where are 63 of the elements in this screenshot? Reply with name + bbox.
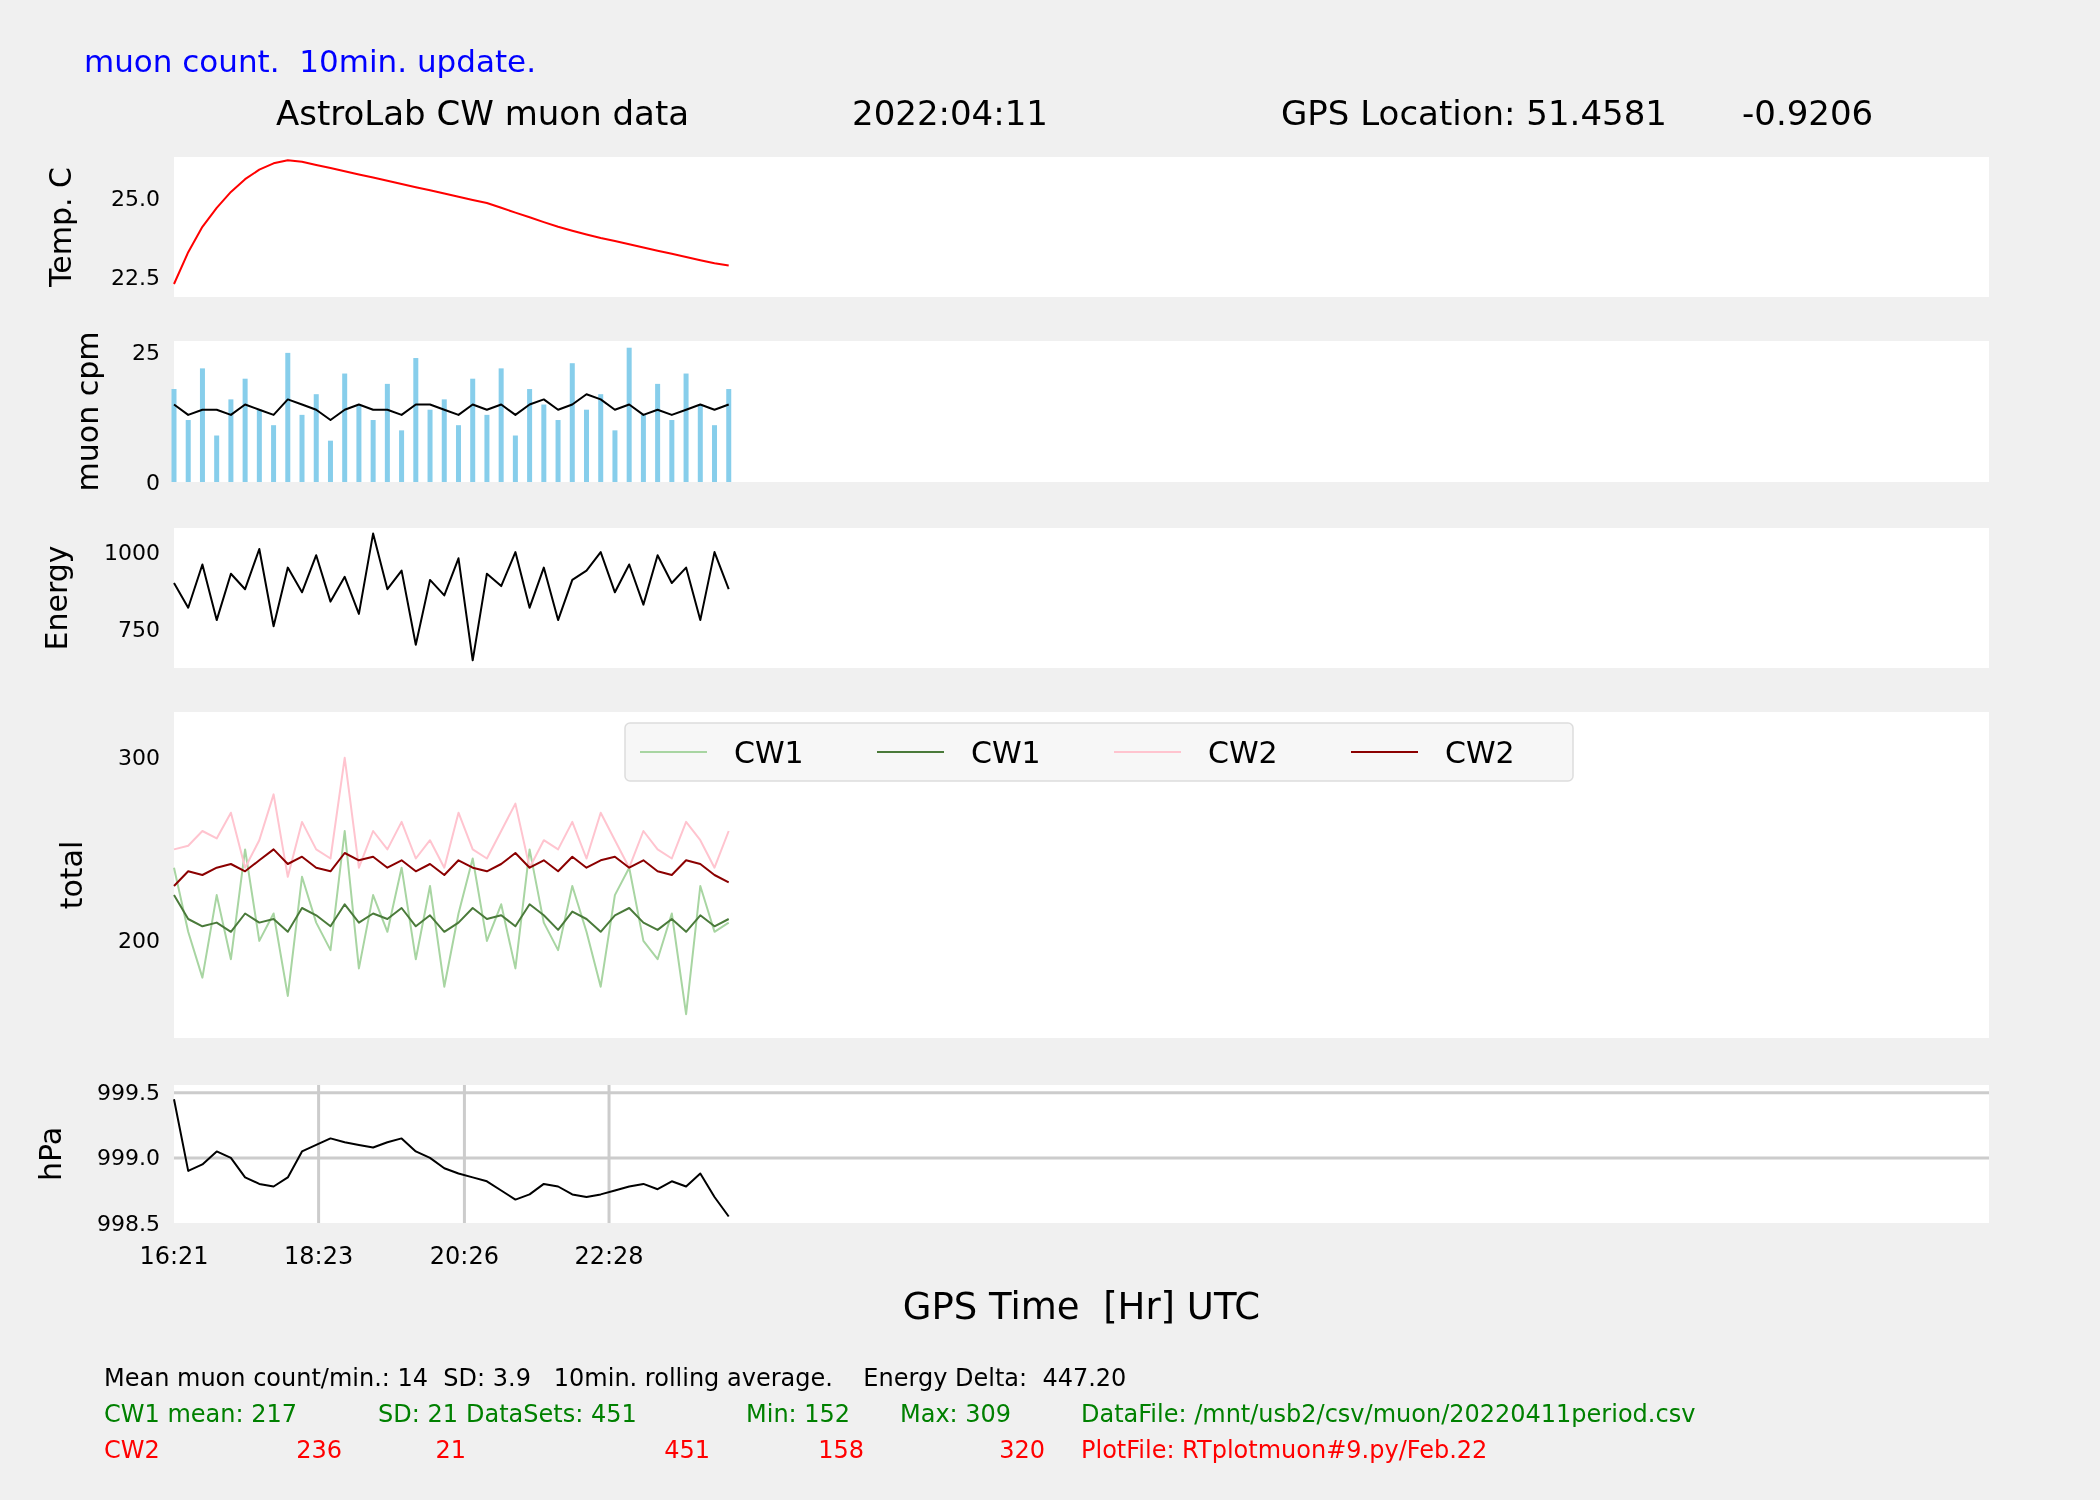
legend-line-sample bbox=[1113, 751, 1182, 753]
stat-text: PlotFile: RTplotmuon#9.py/Feb.22 bbox=[1081, 1435, 1488, 1466]
stat-text: 320 bbox=[999, 1435, 1046, 1466]
axis-title: GPS Time [Hr] UTC bbox=[902, 1284, 1261, 1328]
axis-title: hPa bbox=[32, 1126, 68, 1182]
legend-label: CW2 bbox=[1445, 734, 1515, 770]
y-tick-label: 200 bbox=[118, 928, 160, 954]
x-tick-label: 18:23 bbox=[284, 1242, 354, 1270]
legend-line-sample bbox=[1350, 751, 1419, 753]
y-tick-label: 300 bbox=[118, 745, 160, 771]
stat-text: CW1 mean: 217 bbox=[104, 1399, 297, 1430]
count-bar bbox=[640, 414, 646, 482]
y-tick-label: 25.0 bbox=[111, 185, 160, 211]
axis-title: Temp. C bbox=[42, 167, 78, 287]
count-bar bbox=[456, 425, 461, 482]
stat-text: 451 bbox=[664, 1435, 711, 1466]
stat-text: 158 bbox=[818, 1435, 865, 1466]
axis-title: total bbox=[53, 840, 89, 910]
location-label: GPS Location: 51.4581 bbox=[1281, 95, 1667, 131]
y-tick-label: 750 bbox=[118, 616, 160, 642]
y-tick-label: 998.5 bbox=[97, 1210, 160, 1236]
y-tick-label: 22.5 bbox=[111, 265, 160, 291]
x-tick-label: 16:21 bbox=[139, 1242, 209, 1270]
y-tick-label: 999.0 bbox=[97, 1145, 160, 1171]
count-bar bbox=[214, 435, 220, 482]
chart-title: AstroLab CW muon data bbox=[276, 95, 690, 131]
count-bar bbox=[712, 425, 717, 482]
count-bar bbox=[399, 430, 405, 482]
y-tick-label: 25 bbox=[132, 340, 160, 366]
y-tick-label: 0 bbox=[146, 469, 160, 495]
legend-label: CW1 bbox=[971, 734, 1041, 770]
axis-title: Energy bbox=[38, 545, 74, 651]
legend-line-sample bbox=[876, 751, 945, 753]
date-label: 2022:04:11 bbox=[852, 95, 1048, 131]
count-bar bbox=[612, 430, 618, 482]
y-tick-label: 1000 bbox=[104, 539, 160, 565]
count-bar bbox=[669, 420, 675, 482]
count-bar bbox=[271, 425, 277, 482]
stat-text: Max: 309 bbox=[900, 1399, 1012, 1430]
legend-label: CW1 bbox=[734, 734, 804, 770]
longitude-label: -0.9206 bbox=[1742, 95, 1874, 131]
stat-text: SD: 21 bbox=[378, 1399, 458, 1430]
legend-line-sample bbox=[639, 751, 708, 753]
count-bar bbox=[555, 420, 561, 482]
stat-text: DataSets: 451 bbox=[466, 1399, 637, 1430]
count-bar bbox=[299, 414, 305, 482]
count-bar bbox=[185, 420, 191, 482]
stat-text: Min: 152 bbox=[746, 1399, 851, 1430]
count-bar bbox=[484, 414, 490, 482]
stat-text: 236 bbox=[296, 1435, 343, 1466]
legend-label: CW2 bbox=[1208, 734, 1278, 770]
summary-text: Mean muon count/min.: 14 SD: 3.9 10min. rolling average. Energy Delta: 447.20 bbox=[104, 1363, 1127, 1394]
subtitle: muon count. 10min. update. bbox=[84, 43, 537, 79]
stat-text: 21 bbox=[435, 1435, 466, 1466]
y-tick-label: 999.5 bbox=[97, 1080, 160, 1106]
count-bar bbox=[512, 435, 518, 482]
stat-text: DataFile: /mnt/usb2/csv/muon/20220411period.csv bbox=[1081, 1399, 1696, 1430]
count-bar bbox=[370, 420, 376, 482]
stat-text: CW2 bbox=[104, 1435, 160, 1466]
count-bar bbox=[327, 440, 333, 482]
x-tick-label: 20:26 bbox=[429, 1242, 499, 1270]
x-tick-label: 22:28 bbox=[574, 1242, 644, 1270]
axis-title: muon cpm bbox=[69, 331, 105, 492]
